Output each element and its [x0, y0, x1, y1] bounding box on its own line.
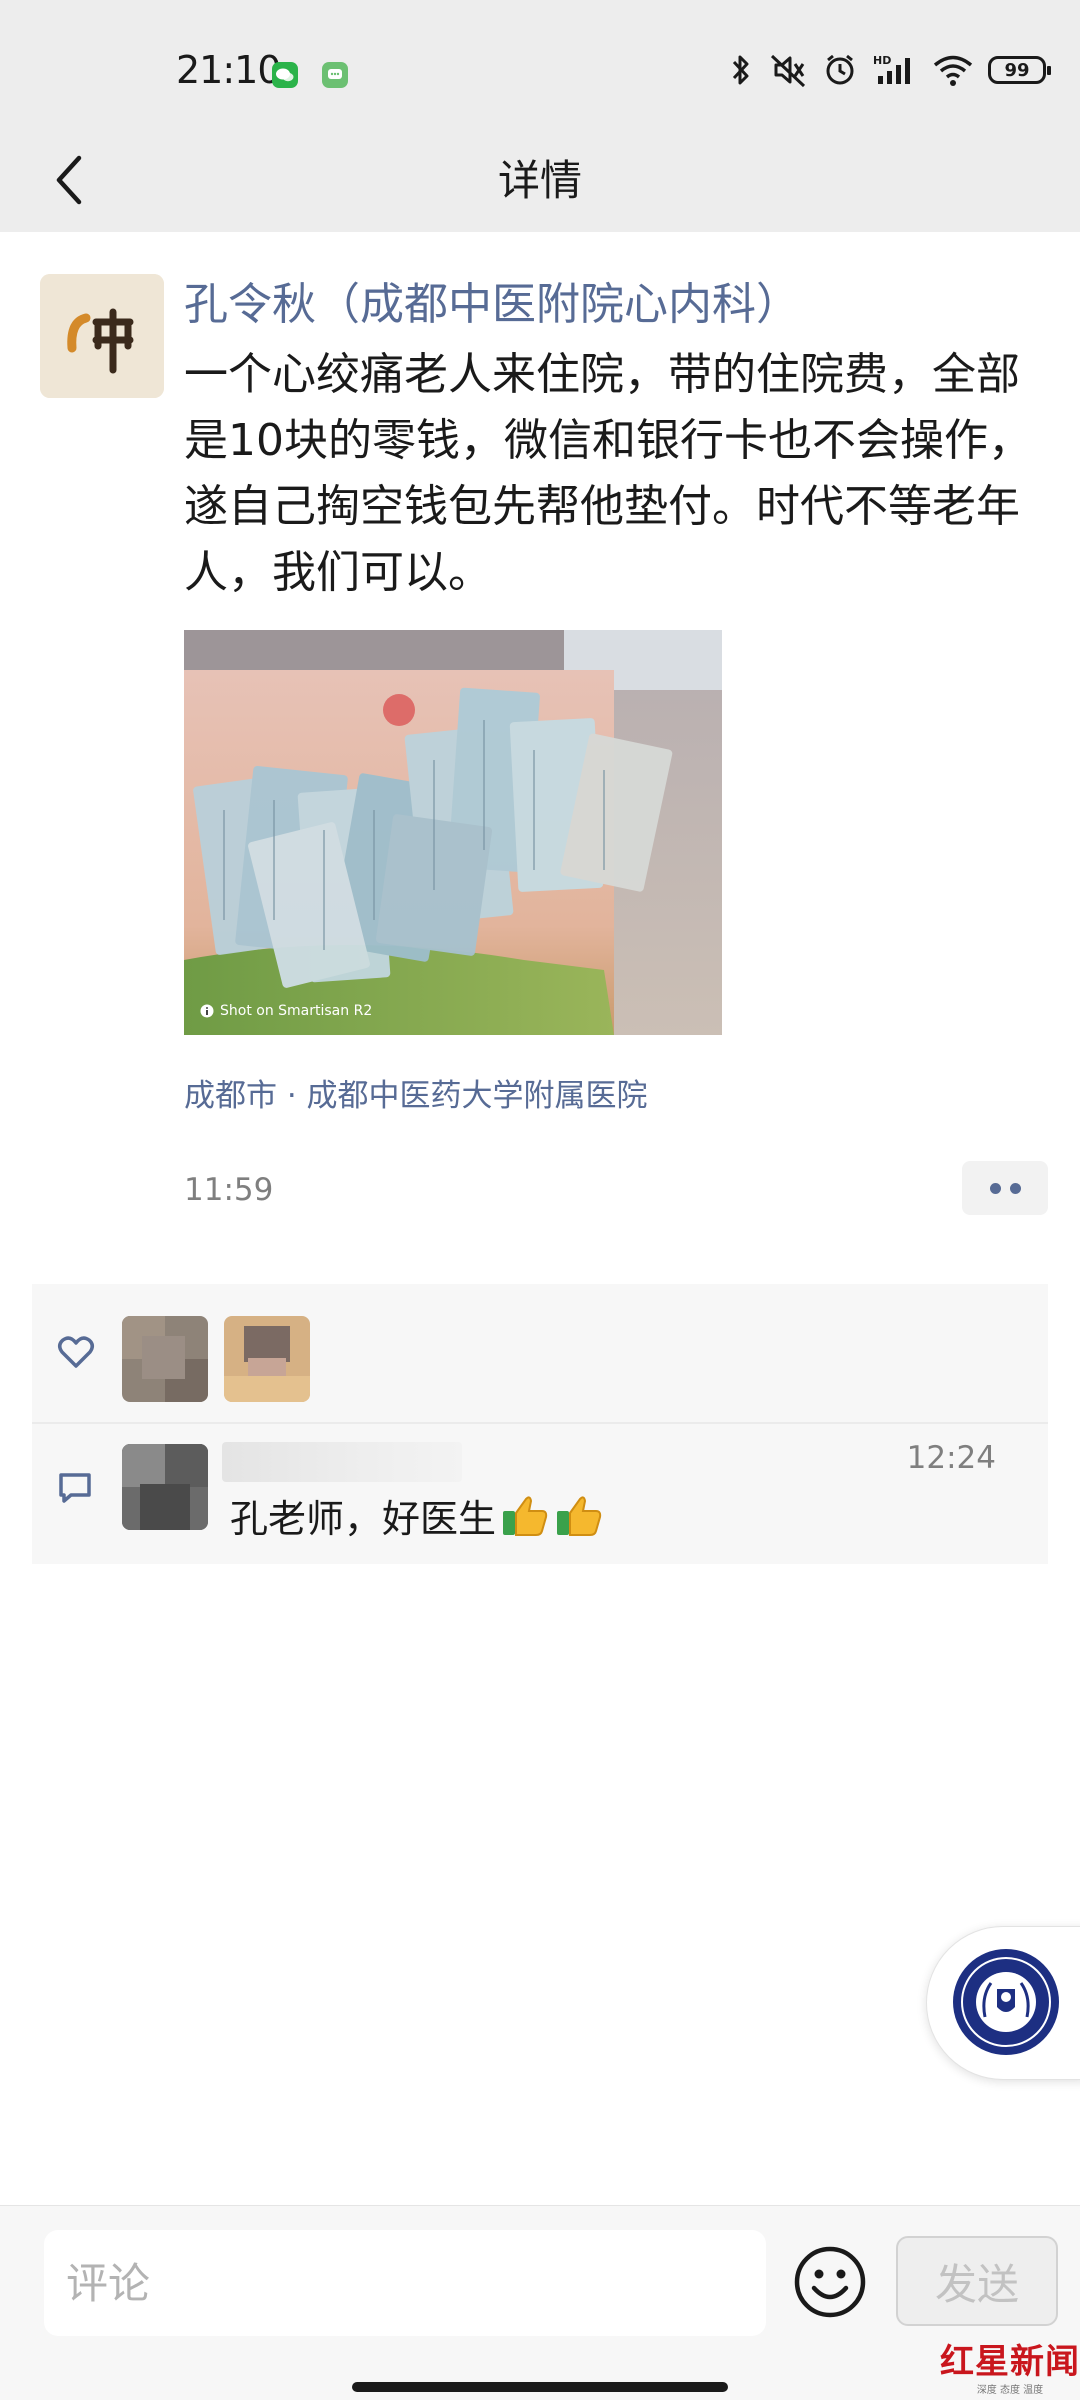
- post-text: 一个心绞痛老人来住院，带的住院费，全部是10块的零钱，微信和银行卡也不会操作，遂…: [184, 349, 1032, 598]
- status-time: 21:10: [176, 48, 282, 92]
- heart-icon: [58, 1336, 94, 1368]
- chevron-left-icon: [56, 155, 82, 205]
- home-indicator[interactable]: [352, 2382, 728, 2392]
- watermark-subtext: 深度 态度 温度: [976, 2385, 1044, 2396]
- status-bar: 21:10 HD 99: [0, 0, 1080, 130]
- author-name[interactable]: 孔令秋（成都中医附院心内科）: [184, 268, 800, 332]
- bluetooth-icon: [732, 55, 749, 85]
- battery-indicator: 99: [988, 56, 1051, 84]
- page-title: 详情: [497, 156, 582, 205]
- photo-caption-text: Shot on Smartisan R2: [220, 1003, 373, 1019]
- info-icon: [200, 1004, 214, 1018]
- send-button[interactable]: 发送: [896, 2236, 1058, 2326]
- liker-avatar[interactable]: [122, 1316, 208, 1402]
- comment-icon: [59, 1473, 91, 1503]
- post-photo[interactable]: Shot on Smartisan R2: [184, 630, 722, 1035]
- emoji-icon[interactable]: [792, 2244, 868, 2320]
- liker-avatar[interactable]: [224, 1316, 310, 1402]
- comment-input[interactable]: [44, 2230, 766, 2336]
- alarm-icon: [826, 54, 854, 85]
- commenter-avatar[interactable]: [122, 1444, 208, 1530]
- nav-bar: 详情: [0, 130, 1080, 232]
- back-button[interactable]: [30, 140, 110, 220]
- author-avatar[interactable]: [40, 274, 164, 398]
- more-dot-icon: [1009, 1182, 1021, 1194]
- thumbs-up-icon: [557, 1495, 602, 1536]
- comment-text: 孔老师，好医生: [230, 1488, 604, 1543]
- wechat-icon: [272, 62, 298, 88]
- thumbs-up-icon: [503, 1495, 548, 1536]
- more-actions-button[interactable]: [962, 1161, 1048, 1215]
- likes-row: [32, 1284, 1048, 1422]
- status-right-cluster: HD 99: [728, 50, 1051, 90]
- watermark-logo: 红星新闻 深度 态度 温度: [940, 2334, 1080, 2396]
- more-dot-icon: [989, 1182, 1001, 1194]
- comment-time: 12:24: [906, 1440, 996, 1476]
- bottom-comment-bar: 发送 红星新闻 深度 态度 温度: [0, 2205, 1080, 2400]
- watermark-text: 红星新闻: [940, 2342, 1080, 2382]
- svg-text:HD: HD: [873, 54, 891, 67]
- mute-icon: [770, 54, 806, 88]
- photo-caption: Shot on Smartisan R2: [200, 1003, 372, 1019]
- floating-police-badge[interactable]: [926, 1926, 1080, 2080]
- hd-signal-icon: HD: [873, 54, 910, 84]
- messages-icon: [322, 62, 348, 88]
- wifi-icon: [933, 55, 973, 86]
- interactions-panel: 12:24 孔老师，好医生: [32, 1284, 1048, 1564]
- comment-item[interactable]: 12:24 孔老师，好医生: [32, 1424, 1048, 1564]
- post-time: 11:59: [184, 1172, 274, 1208]
- comment-text-content: 孔老师，好医生: [230, 1497, 497, 1541]
- police-emblem-icon: [953, 1949, 1059, 2055]
- post-location[interactable]: 成都市 · 成都中医药大学附属医院: [184, 1070, 648, 1115]
- commenter-name[interactable]: [222, 1442, 462, 1482]
